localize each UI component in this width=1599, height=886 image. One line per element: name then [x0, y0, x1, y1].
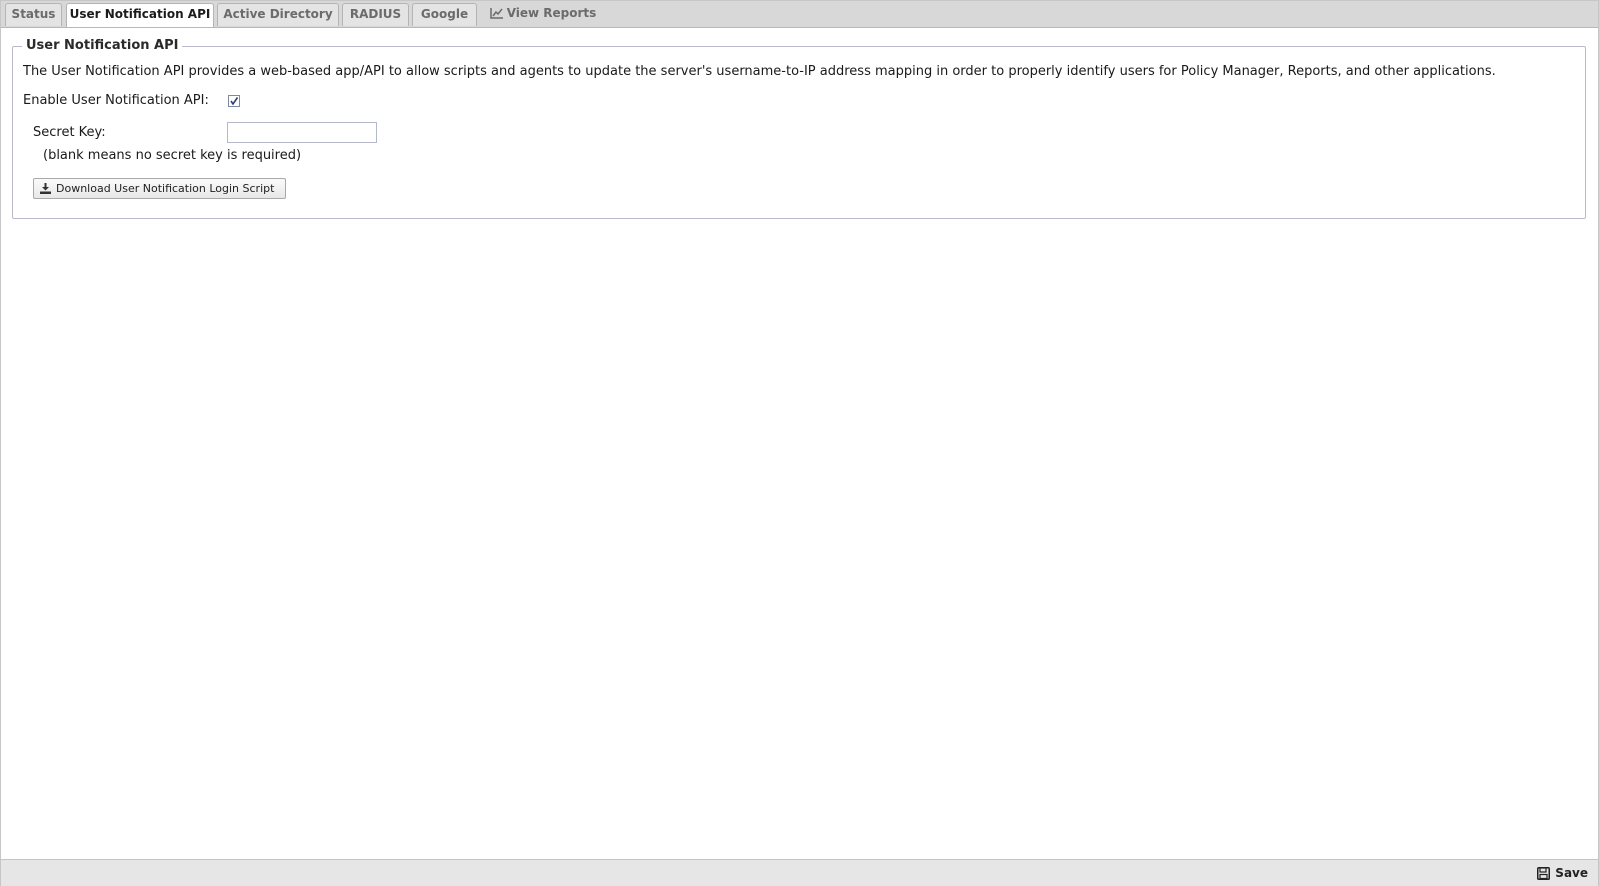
tab-label: User Notification API — [69, 7, 211, 21]
tab-label: Google — [420, 7, 469, 21]
enable-api-label: Enable User Notification API: — [23, 93, 209, 108]
tab-google[interactable]: Google — [412, 3, 477, 26]
tab-label: Status — [11, 7, 56, 21]
tab-user-notification-api[interactable]: User Notification API — [66, 3, 214, 27]
enable-api-checkbox[interactable] — [228, 95, 240, 107]
chart-line-icon — [489, 8, 503, 19]
download-button-label: Download User Notification Login Script — [56, 182, 275, 195]
secret-key-label: Secret Key: — [33, 125, 106, 140]
footer-toolbar: Save — [1, 859, 1598, 886]
tab-label: Active Directory — [223, 7, 333, 21]
secret-key-input[interactable] — [227, 122, 377, 143]
floppy-disk-icon — [1537, 867, 1551, 880]
app-panel: Status User Notification API Active Dire… — [0, 0, 1599, 886]
secret-key-hint: (blank means no secret key is required) — [43, 148, 302, 163]
tab-label: RADIUS — [349, 7, 402, 21]
save-label: Save — [1555, 866, 1588, 880]
tab-bar: Status User Notification API Active Dire… — [1, 1, 1598, 28]
download-login-script-button[interactable]: Download User Notification Login Script — [33, 178, 286, 199]
description-text: The User Notification API provides a web… — [23, 64, 1496, 79]
checkmark-icon — [230, 97, 239, 106]
tab-label: View Reports — [506, 6, 597, 20]
tab-view-reports[interactable]: View Reports — [485, 3, 601, 26]
save-button[interactable]: Save — [1537, 865, 1588, 881]
download-icon — [40, 183, 51, 194]
tab-radius[interactable]: RADIUS — [342, 3, 409, 26]
tab-active-directory[interactable]: Active Directory — [217, 3, 339, 26]
tab-status[interactable]: Status — [5, 3, 62, 26]
fieldset-legend: User Notification API — [22, 37, 183, 55]
